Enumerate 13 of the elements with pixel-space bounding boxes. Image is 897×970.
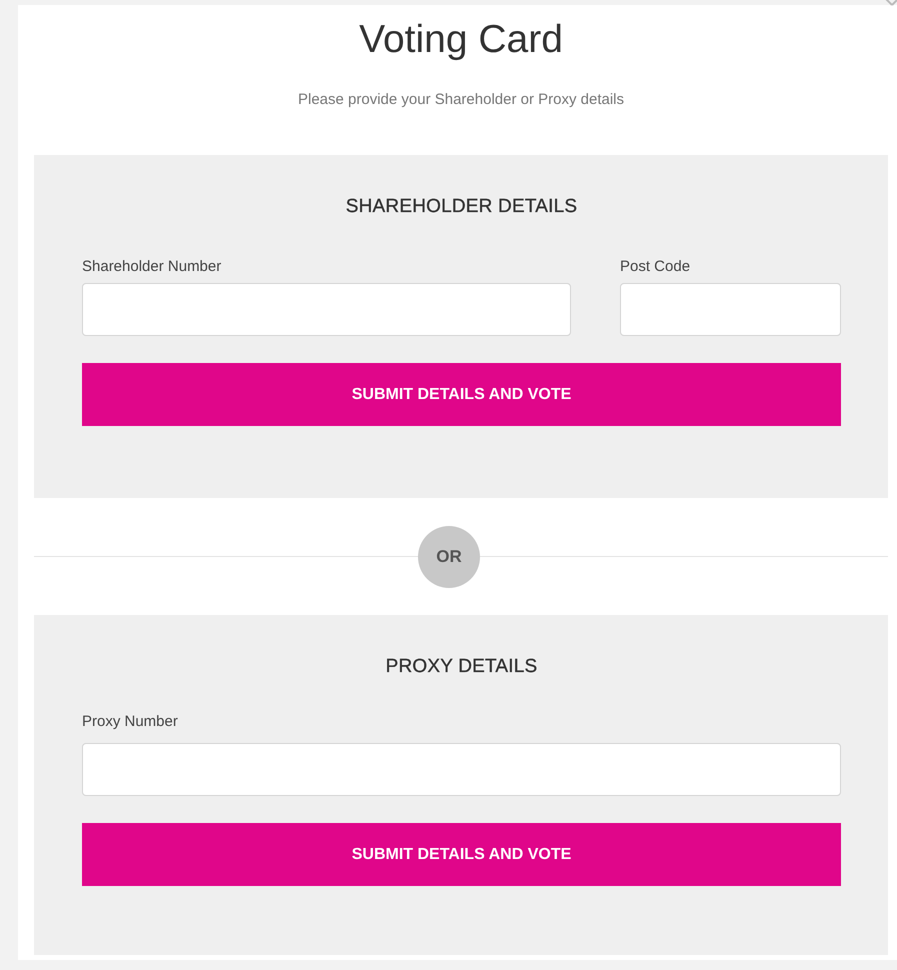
field-label: Post Code (620, 257, 692, 277)
input-field[interactable] (82, 283, 571, 336)
submit-button[interactable]: SUBMIT DETAILS AND VOTE (82, 823, 841, 886)
field-label: Proxy Number (82, 712, 179, 732)
field-label: Shareholder Number (82, 257, 222, 277)
input-field[interactable] (620, 283, 841, 336)
subtitle: Please provide your Shareholder or Proxy details (296, 91, 625, 109)
section-heading: PROXY DETAILS (384, 655, 538, 679)
or-divider-badge: OR (418, 526, 480, 588)
section-heading: SHAREHOLDER DETAILS (344, 195, 578, 219)
input-field[interactable] (82, 743, 841, 796)
submit-button[interactable]: SUBMIT DETAILS AND VOTE (82, 363, 841, 426)
window-title: Voting Card (358, 17, 564, 63)
